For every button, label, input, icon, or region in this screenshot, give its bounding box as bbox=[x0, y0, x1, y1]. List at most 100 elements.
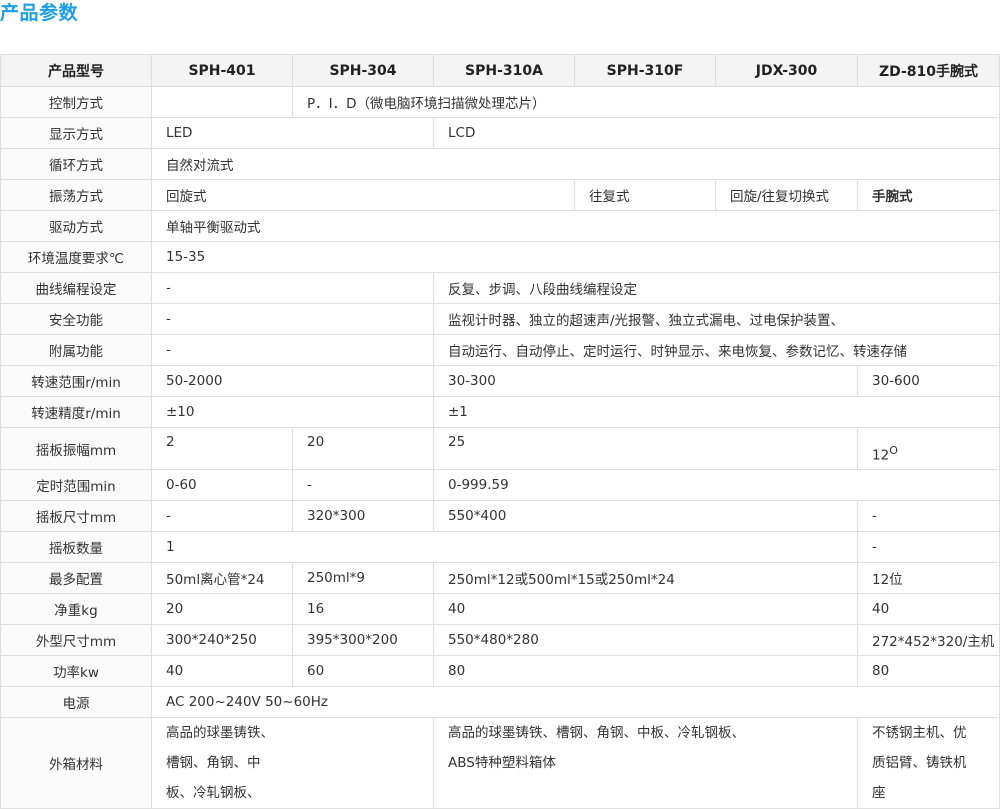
table-cell: 高品的球墨铸铁、槽钢、角钢、中板、冷轧钢板、ABS特种塑料箱体 bbox=[433, 717, 858, 809]
table-cell: - bbox=[857, 531, 1000, 563]
table-cell: 回旋/往复切换式 bbox=[715, 179, 858, 211]
table-cell: 300*240*250 bbox=[151, 624, 293, 656]
table-cell: 自然对流式 bbox=[151, 148, 1000, 180]
table-cell: 手腕式 bbox=[857, 179, 1000, 211]
table-cell bbox=[151, 86, 293, 118]
table-row: 环境温度要求℃ 15-35 bbox=[0, 241, 1000, 273]
row-label: 循环方式 bbox=[0, 148, 152, 180]
table-cell: - bbox=[151, 500, 293, 532]
table-cell: 不锈钢主机、优质铝臂、铸铁机座 bbox=[857, 717, 1000, 809]
table-cell: 16 bbox=[292, 593, 434, 625]
table-cell: AC 200~240V 50~60Hz bbox=[151, 686, 1000, 718]
table-cell: 30-600 bbox=[857, 365, 1000, 397]
table-row: 摇板尺寸mm - 320*300 550*400 - bbox=[0, 500, 1000, 532]
row-label: 电源 bbox=[0, 686, 152, 718]
row-label: 振荡方式 bbox=[0, 179, 152, 211]
row-label: 曲线编程设定 bbox=[0, 272, 152, 304]
header-zd-810: ZD-810手腕式 bbox=[857, 54, 1000, 87]
header-sph-401: SPH-401 bbox=[151, 54, 293, 87]
table-row: 安全功能 - 监视计时器、独立的超速声/光报警、独立式漏电、过电保护装置、 bbox=[0, 303, 1000, 335]
table-cell: 反复、步调、八段曲线编程设定 bbox=[433, 272, 1000, 304]
table-header-row: 产品型号 SPH-401 SPH-304 SPH-310A SPH-310F J… bbox=[0, 54, 1000, 87]
table-row: 外型尺寸mm 300*240*250 395*300*200 550*480*2… bbox=[0, 624, 1000, 656]
table-row: 转速精度r/min ±10 ±1 bbox=[0, 396, 1000, 428]
row-label: 摇板振幅mm bbox=[0, 427, 152, 470]
table-row: 外箱材料 高品的球墨铸铁、槽钢、角钢、中板、冷轧钢板、 高品的球墨铸铁、槽钢、角… bbox=[0, 717, 1000, 809]
table-row: 驱动方式 单轴平衡驱动式 bbox=[0, 210, 1000, 242]
table-cell: 60 bbox=[292, 655, 434, 687]
row-label: 定时范围min bbox=[0, 469, 152, 501]
row-label: 转速精度r/min bbox=[0, 396, 152, 428]
table-cell: 80 bbox=[857, 655, 1000, 687]
table-row: 定时范围min 0-60 - 0-999.59 bbox=[0, 469, 1000, 501]
table-cell: - bbox=[151, 272, 434, 304]
table-row: 控制方式 P．I．D（微电脑环境扫描微处理芯片） bbox=[0, 86, 1000, 118]
table-cell: 30-300 bbox=[433, 365, 858, 397]
header-sph-310a: SPH-310A bbox=[433, 54, 575, 87]
table-cell: 250ml*9 bbox=[292, 562, 434, 594]
table-cell: 50-2000 bbox=[151, 365, 434, 397]
table-cell: LCD bbox=[433, 117, 1000, 149]
row-label: 外箱材料 bbox=[0, 717, 152, 809]
table-row: 曲线编程设定 - 反复、步调、八段曲线编程设定 bbox=[0, 272, 1000, 304]
table-cell: 25 bbox=[433, 427, 858, 470]
table-cell: 1 bbox=[151, 531, 858, 563]
table-row: 循环方式 自然对流式 bbox=[0, 148, 1000, 180]
table-cell: LED bbox=[151, 117, 434, 149]
table-cell: ±1 bbox=[433, 396, 1000, 428]
header-sph-310f: SPH-310F bbox=[574, 54, 716, 87]
row-label: 环境温度要求℃ bbox=[0, 241, 152, 273]
table-cell: 550*480*280 bbox=[433, 624, 858, 656]
row-label: 安全功能 bbox=[0, 303, 152, 335]
table-cell: - bbox=[292, 469, 434, 501]
table-cell: 50ml离心管*24 bbox=[151, 562, 293, 594]
header-sph-304: SPH-304 bbox=[292, 54, 434, 87]
table-row: 摇板振幅mm 2 20 25 12O bbox=[0, 427, 1000, 470]
row-label: 外型尺寸mm bbox=[0, 624, 152, 656]
table-cell: 395*300*200 bbox=[292, 624, 434, 656]
table-row: 电源 AC 200~240V 50~60Hz bbox=[0, 686, 1000, 718]
row-label: 最多配置 bbox=[0, 562, 152, 594]
table-cell: 高品的球墨铸铁、槽钢、角钢、中板、冷轧钢板、 bbox=[151, 717, 434, 809]
table-cell: 回旋式 bbox=[151, 179, 575, 211]
table-cell: 12位 bbox=[857, 562, 1000, 594]
table-cell: ±10 bbox=[151, 396, 434, 428]
table-cell: 单轴平衡驱动式 bbox=[151, 210, 1000, 242]
table-cell: - bbox=[857, 500, 1000, 532]
amplitude-sup: O bbox=[889, 443, 898, 457]
table-cell: - bbox=[151, 303, 434, 335]
row-label: 驱动方式 bbox=[0, 210, 152, 242]
table-cell: 往复式 bbox=[574, 179, 716, 211]
row-label: 附属功能 bbox=[0, 334, 152, 366]
table-cell: P．I．D（微电脑环境扫描微处理芯片） bbox=[292, 86, 1000, 118]
table-row: 摇板数量 1 - bbox=[0, 531, 1000, 563]
table-cell: 自动运行、自动停止、定时运行、时钟显示、来电恢复、参数记忆、转速存储 bbox=[433, 334, 1000, 366]
row-label: 转速范围r/min bbox=[0, 365, 152, 397]
row-label: 显示方式 bbox=[0, 117, 152, 149]
table-row: 附属功能 - 自动运行、自动停止、定时运行、时钟显示、来电恢复、参数记忆、转速存… bbox=[0, 334, 1000, 366]
row-label: 功率kw bbox=[0, 655, 152, 687]
table-cell: 550*400 bbox=[433, 500, 858, 532]
table-cell: 15-35 bbox=[151, 241, 1000, 273]
table-row: 功率kw 40 60 80 80 bbox=[0, 655, 1000, 687]
table-cell: 250ml*12或500ml*15或250ml*24 bbox=[433, 562, 858, 594]
row-label: 净重kg bbox=[0, 593, 152, 625]
table-cell: 272*452*320/主机 bbox=[857, 624, 1000, 656]
table-cell: 0-999.59 bbox=[433, 469, 1000, 501]
row-label: 摇板数量 bbox=[0, 531, 152, 563]
table-cell: 320*300 bbox=[292, 500, 434, 532]
table-cell: 20 bbox=[292, 427, 434, 470]
header-jdx-300: JDX-300 bbox=[715, 54, 858, 87]
row-label: 摇板尺寸mm bbox=[0, 500, 152, 532]
amplitude-value: 12 bbox=[872, 447, 890, 463]
table-row: 转速范围r/min 50-2000 30-300 30-600 bbox=[0, 365, 1000, 397]
table-cell: 40 bbox=[151, 655, 293, 687]
table-cell: 监视计时器、独立的超速声/光报警、独立式漏电、过电保护装置、 bbox=[433, 303, 1000, 335]
table-cell: - bbox=[151, 334, 434, 366]
table-row: 振荡方式 回旋式 往复式 回旋/往复切换式 手腕式 bbox=[0, 179, 1000, 211]
table-cell: 80 bbox=[433, 655, 858, 687]
section-title: 产品参数 bbox=[0, 2, 79, 24]
table-cell: 40 bbox=[857, 593, 1000, 625]
table-row: 最多配置 50ml离心管*24 250ml*9 250ml*12或500ml*1… bbox=[0, 562, 1000, 594]
table-cell: 40 bbox=[433, 593, 858, 625]
